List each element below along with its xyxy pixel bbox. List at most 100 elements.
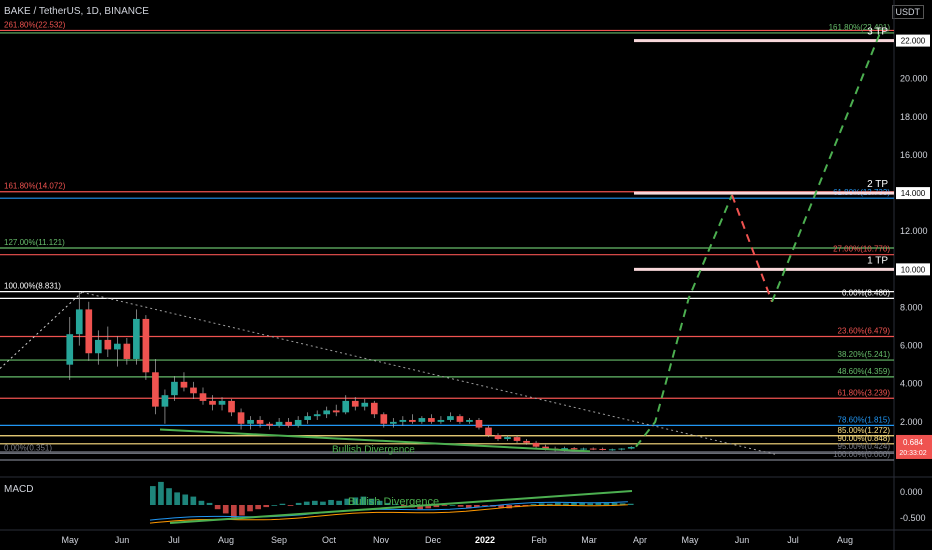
- candle-body: [437, 419, 445, 422]
- current-price-value: 0.684: [903, 438, 924, 447]
- macd-histogram-bar: [595, 502, 602, 505]
- macd-histogram-bar: [222, 505, 229, 514]
- candle-body: [523, 440, 530, 443]
- candle-body: [370, 402, 378, 415]
- candle-body: [85, 309, 93, 354]
- macd-histogram-bar: [279, 503, 286, 505]
- fib-level-label: 100.00%(8.831): [4, 282, 61, 291]
- candle-body: [532, 442, 540, 447]
- candle-body: [313, 414, 321, 417]
- fib-level-label: 38.20%(5.241): [838, 350, 891, 359]
- macd-histogram-bar: [627, 503, 634, 505]
- candle-body: [266, 423, 273, 426]
- candle-body: [294, 419, 302, 426]
- candle-body: [180, 381, 188, 388]
- macd-histogram-bar: [563, 503, 569, 505]
- x-tick-label: Jun: [735, 535, 750, 545]
- candle-body: [285, 421, 292, 426]
- price-chart[interactable]: 22.000 20.000 18.000 16.000 14.000 12.000 10.0…: [0, 0, 932, 550]
- candle-body: [627, 447, 635, 449]
- x-tick-label: Oct: [322, 535, 337, 545]
- x-tick-label: Feb: [531, 535, 547, 545]
- candle-body: [580, 448, 587, 450]
- candle-body: [342, 400, 350, 413]
- candle-body: [152, 372, 159, 407]
- macd-histogram-bar: [303, 501, 310, 505]
- target-price-tag-text: 22.000: [901, 37, 926, 46]
- fib-level-label: 27.00%(10.770): [833, 245, 890, 254]
- x-tick-label: Jul: [168, 535, 180, 545]
- candle-body: [608, 449, 616, 451]
- candle-body: [247, 419, 254, 424]
- macd-histogram-bar: [198, 500, 205, 505]
- y-tick-label: 4.000: [900, 379, 923, 389]
- macd-histogram-bar: [579, 502, 585, 505]
- macd-histogram-bar: [295, 502, 302, 505]
- candle-body: [218, 400, 226, 405]
- macd-histogram-bar: [320, 501, 326, 505]
- macd-histogram-bar: [255, 505, 261, 510]
- macd-histogram-bar: [587, 503, 594, 505]
- x-tick-label: Dec: [425, 535, 442, 545]
- candle-body: [332, 410, 340, 413]
- countdown-timer: 20:33:02: [899, 450, 926, 457]
- macd-histogram-bar: [158, 481, 164, 505]
- target-line: [634, 267, 894, 271]
- macd-histogram-bar: [231, 505, 237, 518]
- macd-histogram-bar: [182, 494, 189, 505]
- candle-body: [399, 419, 407, 422]
- annotation-label: Bullish Divergence: [332, 445, 415, 456]
- macd-histogram-bar: [530, 504, 537, 505]
- fib-level-label: 161.80%(14.072): [4, 182, 66, 191]
- projection-up-2: [771, 32, 881, 303]
- target-line: [634, 191, 894, 195]
- x-tick-label: Jul: [787, 535, 799, 545]
- candle-body: [418, 418, 426, 422]
- candle-body: [304, 416, 312, 420]
- candle-body: [351, 400, 359, 407]
- fib-level-label: 100.00%(0.000): [833, 450, 890, 459]
- macd-histogram-bar: [336, 500, 342, 505]
- chart-window: BAKE / TetherUS, 1D, BINANCE USDT MACD 2…: [0, 0, 932, 550]
- candle-body: [123, 343, 131, 359]
- fib-level-label: 127.00%(11.121): [4, 238, 65, 247]
- y-tick-label: 16.000: [900, 150, 928, 160]
- target-label: 1 TP: [867, 255, 888, 266]
- candle-body: [114, 343, 121, 350]
- macd-histogram-bar: [214, 505, 221, 510]
- macd-histogram-bar: [263, 505, 270, 508]
- projection-up-1: [635, 194, 733, 448]
- fib-level-label: 0.00%(0.351): [4, 443, 52, 452]
- candle-body: [237, 412, 245, 424]
- macd-histogram-bar: [457, 505, 464, 507]
- target-price-tag-text: 10.000: [901, 265, 926, 274]
- candle-body: [618, 448, 626, 450]
- macd-histogram-bar: [206, 502, 213, 505]
- macd-histogram-bar: [287, 505, 294, 506]
- candle-body: [190, 387, 197, 394]
- candle-body: [104, 339, 112, 350]
- candle-body: [199, 393, 207, 401]
- candle-body: [171, 381, 178, 396]
- x-tick-label: Sep: [271, 535, 287, 545]
- target-price-tag-text: 14.000: [901, 189, 926, 198]
- fib-level-label: 261.80%(22.532): [4, 20, 66, 29]
- y-tick-label: 2.000: [900, 417, 923, 427]
- macd-histogram-bar: [312, 500, 318, 505]
- candle-body: [466, 419, 473, 422]
- macd-histogram-bar: [611, 502, 618, 505]
- macd-histogram-bar: [328, 499, 334, 505]
- candle-body: [380, 414, 388, 424]
- x-tick-label: May: [681, 535, 699, 545]
- candle-body: [228, 400, 235, 413]
- macd-histogram-bar: [449, 505, 456, 506]
- candle-body: [133, 318, 140, 359]
- x-tick-label: Nov: [373, 535, 390, 545]
- macd-histogram-bar: [174, 492, 180, 505]
- y-tick-label: 8.000: [900, 302, 923, 312]
- macd-histogram-bar: [166, 488, 172, 505]
- macd-tick-label: 0.000: [900, 487, 923, 497]
- candle-body: [494, 435, 502, 440]
- candle-body: [504, 437, 511, 440]
- candle-body: [323, 410, 331, 415]
